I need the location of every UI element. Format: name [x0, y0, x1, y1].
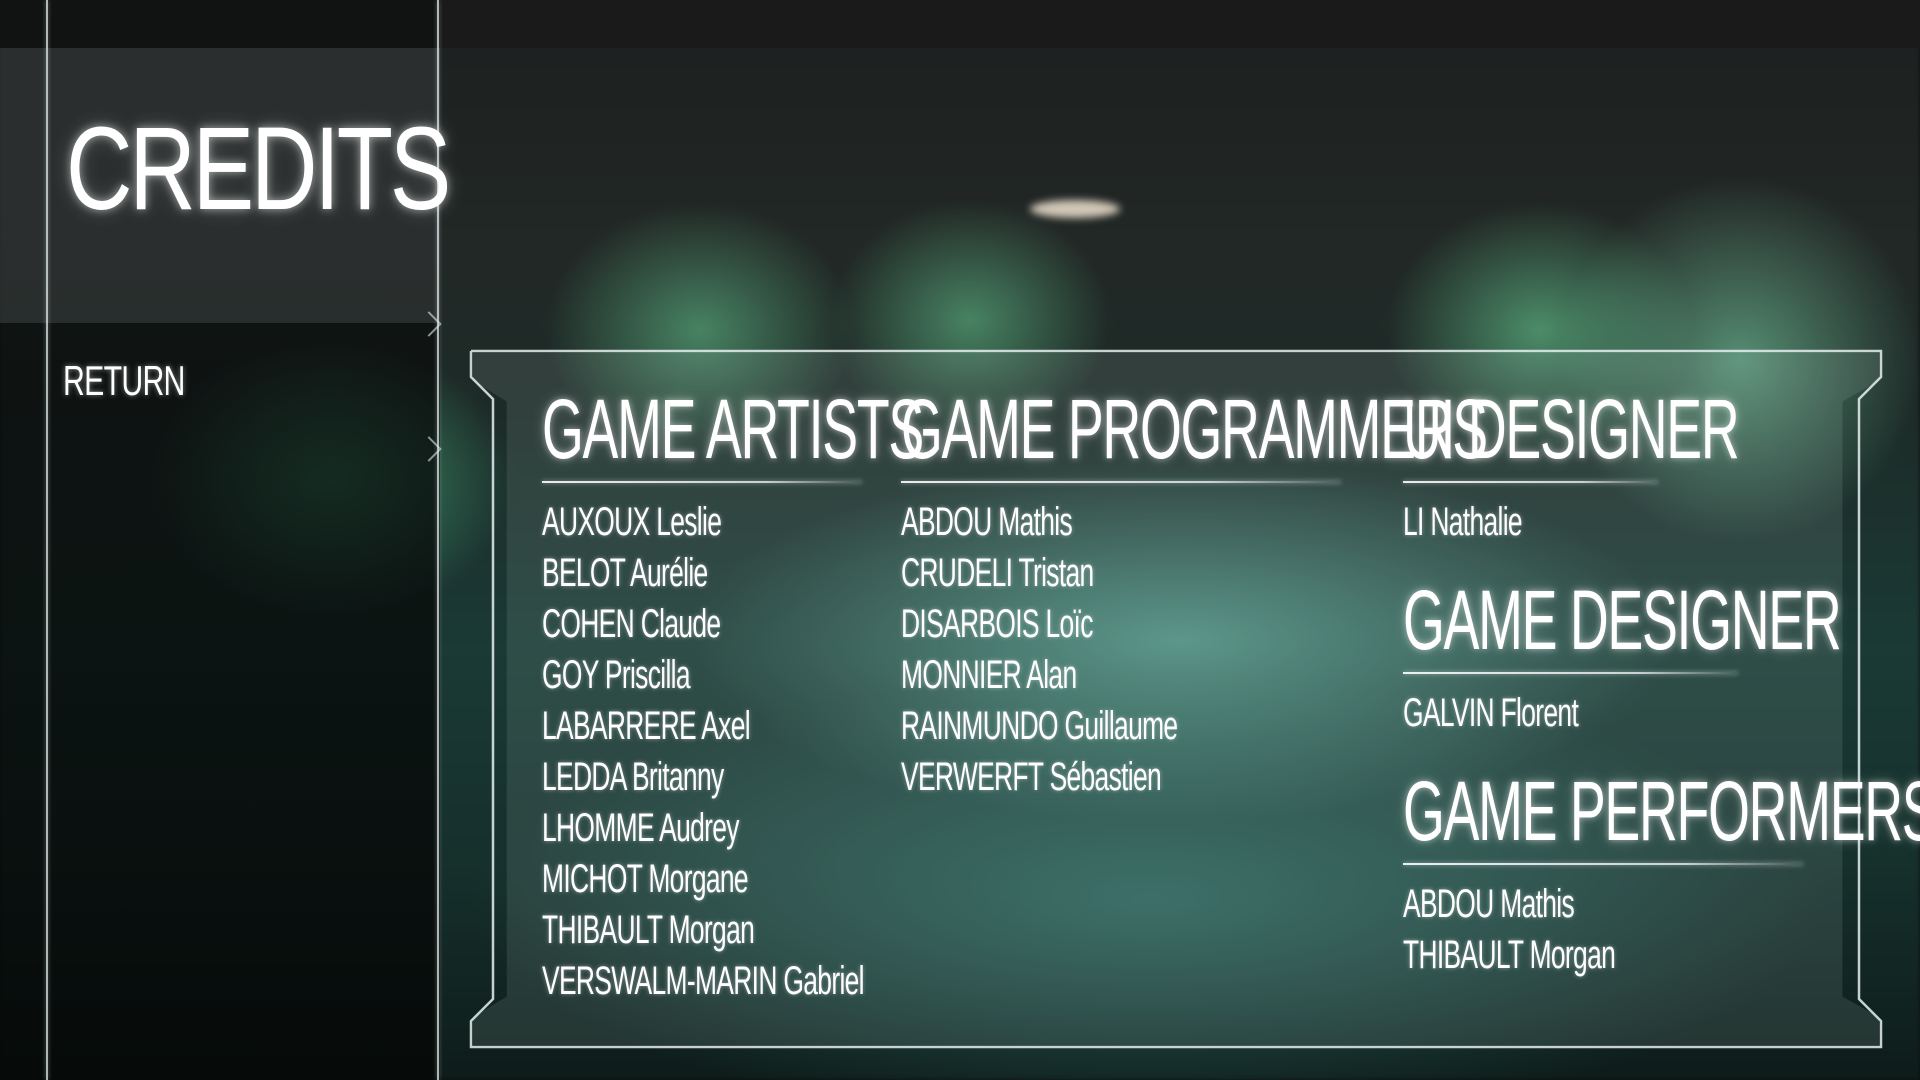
- list-item: BELOT Aurélie: [542, 551, 708, 595]
- list-item: LABARRERE Axel: [542, 704, 751, 748]
- column-programmers: GAME PROGRAMMERS ABDOU Mathis CRUDELI Tr…: [901, 382, 1488, 803]
- list-item: THIBAULT Morgan: [1403, 933, 1616, 977]
- credits-panel: GAME ARTISTS AUXOUX Leslie BELOT Aurélie…: [469, 349, 1920, 1049]
- heading-game-programmers: GAME PROGRAMMERS: [901, 382, 1488, 476]
- list-item: LHOMME Audrey: [542, 806, 739, 850]
- programmers-list: ABDOU Mathis CRUDELI Tristan DISARBOIS L…: [901, 497, 1341, 803]
- list-item: GALVIN Florent: [1403, 691, 1579, 735]
- heading-game-performers: GAME PERFORMERS: [1403, 764, 1920, 858]
- list-item: VERSWALM-MARIN Gabriel: [542, 959, 865, 1003]
- ceiling-light: [1030, 200, 1120, 218]
- list-item: GOY Priscilla: [542, 653, 691, 697]
- performers-list: ABDOU Mathis THIBAULT Morgan: [1403, 879, 1803, 981]
- list-item: CRUDELI Tristan: [901, 551, 1094, 595]
- list-item: MONNIER Alan: [901, 653, 1077, 697]
- credits-screen: CREDITS RETURN GAME ARTISTS AUXOUX Lesli…: [0, 0, 1920, 1080]
- list-item: VERWERFT Sébastien: [901, 755, 1162, 799]
- heading-rule: [1403, 672, 1738, 674]
- ui-designer-list: LI Nathalie: [1403, 497, 1803, 548]
- heading-game-designer: GAME DESIGNER: [1403, 573, 1842, 667]
- return-button[interactable]: RETURN: [63, 360, 185, 402]
- list-item: COHEN Claude: [542, 602, 721, 646]
- heading-game-artists: GAME ARTISTS: [542, 382, 924, 476]
- performers-block: GAME PERFORMERS ABDOU Mathis THIBAULT Mo…: [1403, 764, 1920, 981]
- list-item: LI Nathalie: [1403, 500, 1523, 544]
- list-item: DISARBOIS Loïc: [901, 602, 1093, 646]
- heading-rule: [1403, 863, 1803, 865]
- column-design-performers: UI DESIGNER LI Nathalie GAME DESIGNER GA…: [1403, 382, 1920, 981]
- list-item: LEDDA Britanny: [542, 755, 724, 799]
- list-item: THIBAULT Morgan: [542, 908, 755, 952]
- list-item: ABDOU Mathis: [1403, 882, 1575, 926]
- artists-list: AUXOUX Leslie BELOT Aurélie COHEN Claude…: [542, 497, 865, 1007]
- heading-rule: [1403, 481, 1658, 483]
- menu-divider-left: [46, 0, 48, 1080]
- heading-ui-designer: UI DESIGNER: [1403, 382, 1740, 476]
- game-designer-block: GAME DESIGNER GALVIN Florent: [1403, 573, 1842, 739]
- list-item: MICHOT Morgane: [542, 857, 749, 901]
- heading-rule: [901, 481, 1341, 483]
- page-title: CREDITS: [66, 103, 451, 235]
- list-item: AUXOUX Leslie: [542, 500, 722, 544]
- column-artists: GAME ARTISTS AUXOUX Leslie BELOT Aurélie…: [542, 382, 924, 1007]
- list-item: ABDOU Mathis: [901, 500, 1073, 544]
- list-item: RAINMUNDO Guillaume: [901, 704, 1178, 748]
- game-designer-list: GALVIN Florent: [1403, 688, 1803, 739]
- heading-rule: [542, 481, 862, 483]
